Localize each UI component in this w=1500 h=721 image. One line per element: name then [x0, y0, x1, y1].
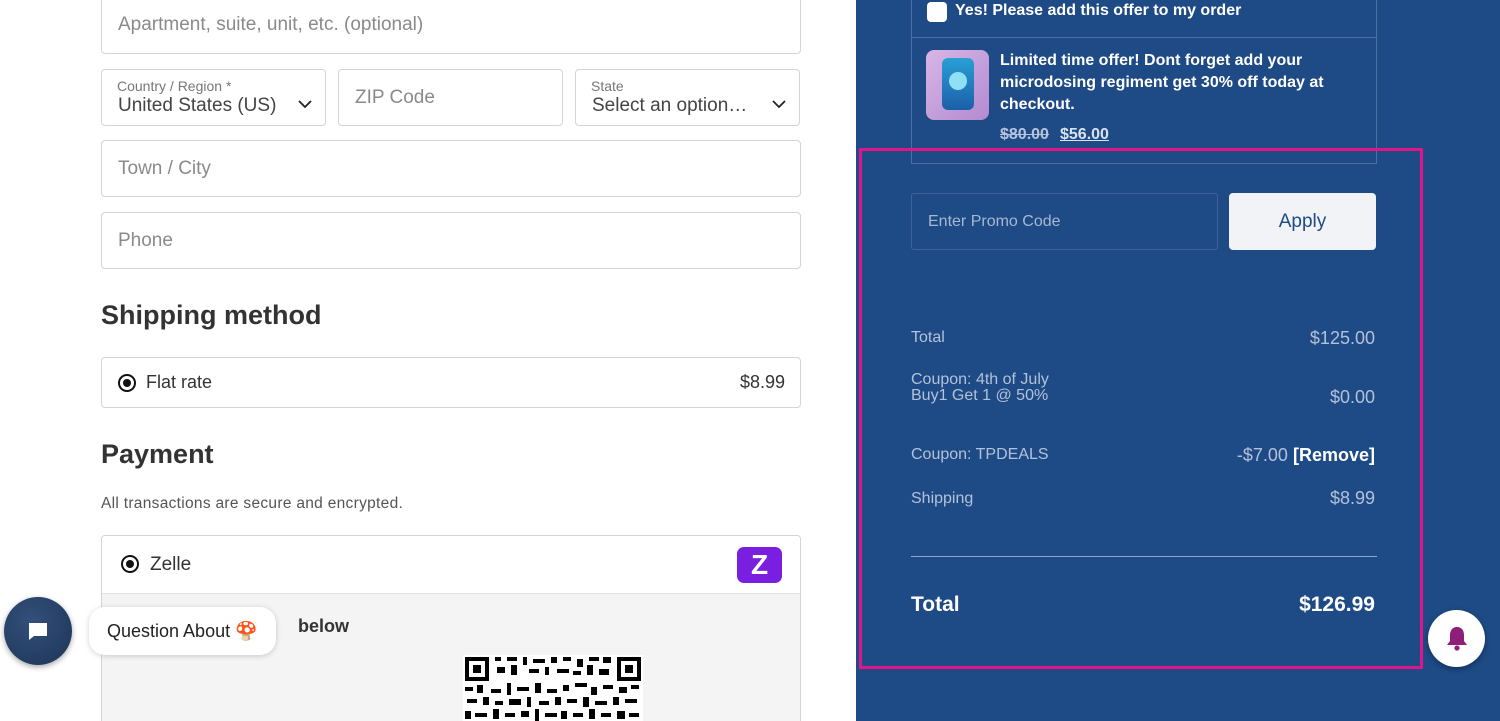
state-select[interactable]: State Select an option… [575, 69, 800, 126]
state-value: Select an option… [592, 95, 748, 116]
summary-divider [911, 556, 1377, 557]
offer-checkbox-row[interactable]: Yes! Please add this offer to my order [912, 0, 1376, 38]
order-summary-panel: Yes! Please add this offer to my order L… [856, 0, 1500, 721]
chat-greeting-bubble[interactable]: Question About 🍄 [89, 607, 276, 655]
coupon-2-label: Coupon: TPDEALS [911, 446, 1049, 463]
chevron-down-icon [298, 100, 312, 109]
city-input[interactable]: Town / City [101, 140, 801, 197]
state-label: State [591, 78, 624, 94]
apartment-placeholder: Apartment, suite, unit, etc. (optional) [118, 14, 424, 35]
payment-instructions-text: below [298, 616, 350, 636]
offer-description: Limited time offer! Dont forget add your… [1000, 52, 1324, 113]
bell-icon [1447, 627, 1467, 651]
upsell-offer: Yes! Please add this offer to my order L… [911, 0, 1377, 164]
shipping-summary-value: $8.99 [1329, 488, 1375, 508]
phone-input[interactable]: Phone [101, 212, 801, 269]
payment-security-note: All transactions are secure and encrypte… [101, 495, 404, 512]
shipping-option-flat-rate[interactable]: Flat rate $8.99 [101, 357, 801, 408]
zelle-label: Zelle [150, 554, 192, 575]
grand-total-label: Total [911, 593, 960, 616]
payment-option-zelle[interactable]: Zelle Z [102, 536, 800, 594]
offer-product-image [926, 50, 989, 120]
chat-icon [29, 623, 47, 640]
shipping-radio[interactable] [118, 374, 136, 392]
phone-placeholder: Phone [118, 230, 173, 251]
zelle-logo-icon: Z [737, 547, 782, 583]
chevron-down-icon [772, 100, 786, 109]
coupon-2-value: -$7.00 [1236, 445, 1288, 465]
country-label: Country / Region * [117, 78, 232, 94]
offer-checkbox[interactable] [927, 2, 947, 22]
payment-heading: Payment [101, 439, 214, 469]
chat-launcher-button[interactable] [4, 597, 72, 665]
summary-total-value: $125.00 [1309, 328, 1375, 348]
shipping-option-label: Flat rate [146, 372, 213, 392]
coupon-1-label: Coupon: 4th of July Buy1 Get 1 @ 50% [911, 371, 1049, 404]
country-value: United States (US) [118, 95, 277, 116]
coupon-2-row-value: -$7.00 [Remove] [1237, 445, 1375, 466]
promo-code-input[interactable] [912, 194, 1217, 249]
apply-promo-button[interactable]: Apply [1229, 193, 1376, 250]
remove-coupon-link[interactable]: [Remove] [1293, 445, 1375, 465]
zip-input[interactable]: ZIP Code [338, 69, 563, 126]
grand-total-value: $126.99 [1299, 593, 1375, 616]
promo-code-field[interactable] [911, 193, 1218, 250]
coupon-1-value: $0.00 [1329, 387, 1375, 407]
shipping-summary-label: Shipping [911, 490, 974, 507]
offer-checkbox-label: Yes! Please add this offer to my order [955, 2, 1242, 19]
shipping-heading: Shipping method [101, 300, 322, 330]
offer-new-price: $56.00 [1060, 126, 1109, 143]
summary-total-label: Total [911, 329, 945, 346]
qr-code-icon [463, 655, 643, 721]
shipping-option-price: $8.99 [739, 372, 785, 392]
offer-old-price: $80.00 [1000, 126, 1049, 143]
zip-placeholder: ZIP Code [355, 87, 435, 108]
zelle-radio[interactable] [121, 555, 139, 573]
notification-bell-button[interactable] [1428, 610, 1485, 667]
apartment-input[interactable]: Apartment, suite, unit, etc. (optional) [101, 0, 801, 54]
country-select[interactable]: Country / Region * United States (US) [101, 69, 326, 126]
city-placeholder: Town / City [118, 158, 211, 179]
